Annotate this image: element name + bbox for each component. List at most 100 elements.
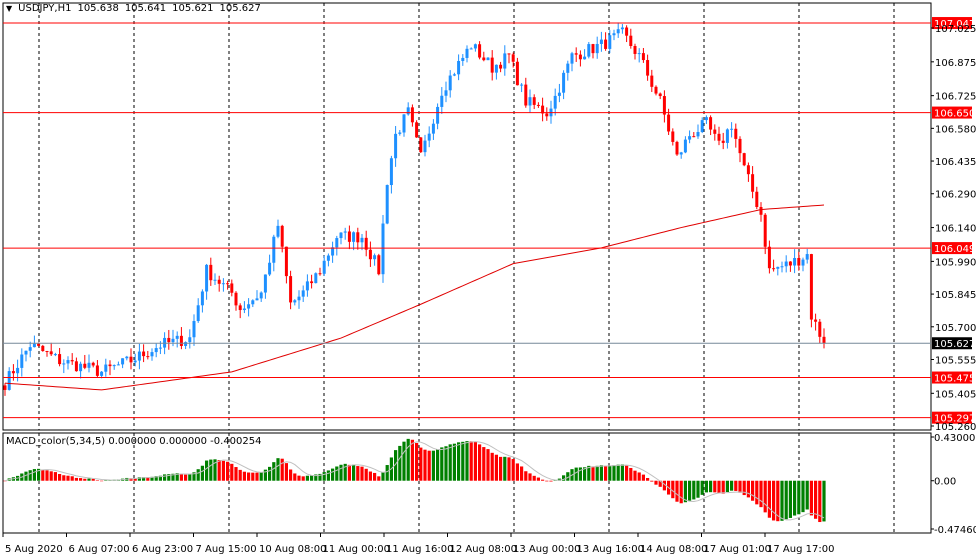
macd-histogram-bar (482, 447, 486, 481)
macd-histogram-bar (814, 480, 818, 519)
candle-body (297, 296, 301, 301)
candle-body (574, 53, 578, 55)
macd-histogram-bar (499, 456, 503, 481)
x-tick-label: 14 Aug 08:00 (640, 544, 707, 555)
macd-histogram-bar (293, 473, 297, 481)
macd-histogram-bar (629, 467, 633, 481)
low-value: 105.621 (172, 3, 214, 14)
macd-histogram-bar (381, 472, 385, 481)
candle-body (709, 117, 713, 130)
macd-histogram-bar (709, 480, 713, 493)
candle-body (116, 364, 120, 366)
candle-body (268, 262, 272, 275)
candle-body (797, 257, 801, 266)
candle-body (616, 29, 620, 34)
macd-histogram-bar (268, 466, 272, 481)
price-chart[interactable]: 107.047106.650106.049105.475105.297105.6… (0, 0, 976, 559)
macd-histogram-bar (196, 469, 200, 481)
macd-histogram-bar (32, 469, 36, 481)
macd-histogram-bar (620, 464, 624, 481)
macd-histogram-bar (599, 465, 603, 481)
candle-body (658, 93, 662, 97)
macd-histogram-bar (276, 458, 280, 481)
macd-histogram-bar (272, 462, 276, 481)
candle-body (322, 260, 326, 274)
candle-body (293, 300, 297, 303)
candle-body (717, 133, 721, 141)
x-tick-label: 11 Aug 00:00 (323, 544, 390, 555)
candle-body (814, 319, 818, 322)
macd-histogram-bar (440, 447, 444, 481)
candle-body (205, 264, 209, 292)
candle-body (562, 72, 566, 93)
macd-histogram-bar (763, 480, 767, 513)
candle-body (532, 97, 536, 105)
moving-average-line (4, 204, 825, 391)
candle-body (184, 342, 188, 346)
candle-body (536, 104, 540, 106)
candle-body (339, 232, 343, 239)
candle-body (625, 27, 629, 36)
candle-body (809, 254, 813, 320)
candle-body (730, 128, 734, 130)
candle-body (465, 48, 469, 58)
macd-histogram-bar (402, 441, 406, 481)
macd-histogram-bar (772, 480, 776, 521)
x-tick-label: 5 Aug 2020 (5, 544, 63, 555)
chart-window[interactable]: 107.047 106.650 106.049 105.475 105.297 105.6… (0, 0, 976, 559)
candle-body (805, 254, 809, 260)
candle-body (406, 107, 410, 115)
macd-histogram-bar (809, 480, 813, 516)
macd-histogram-bar (461, 441, 465, 481)
candle-body (175, 335, 179, 339)
macd-histogram-bar (83, 478, 87, 481)
candle-body (192, 321, 196, 338)
candle-body (318, 273, 322, 275)
candle-body (125, 356, 129, 359)
macd-histogram-bar (801, 480, 805, 513)
candle-body (238, 305, 242, 311)
macd-histogram-bar (53, 472, 57, 481)
macd-histogram-bar (511, 459, 515, 481)
y-tick-label: 106.435 (935, 157, 976, 168)
candle-body (326, 255, 330, 261)
macd-histogram-bar (805, 480, 809, 510)
macd-histogram-bar (591, 466, 595, 481)
macd-histogram-bar (79, 478, 83, 481)
x-tick-label: 7 Aug 15:00 (196, 544, 257, 555)
candle-body (234, 292, 238, 306)
candle-body (347, 231, 351, 242)
macd-histogram-bar (746, 480, 750, 498)
macd-histogram-bar (49, 471, 53, 481)
candle-body (154, 348, 158, 353)
candle-body (129, 356, 133, 363)
candle-body (734, 128, 738, 139)
candle-body (263, 274, 267, 293)
macd-histogram-bar (545, 480, 549, 482)
candle-body (524, 84, 528, 106)
macd-histogram-bar (95, 480, 99, 481)
candle-body (209, 264, 213, 281)
candle-body (595, 43, 599, 54)
macd-histogram-bar (797, 480, 801, 515)
collapse-triangle-icon[interactable]: ▼ (6, 4, 12, 13)
candle-body (633, 46, 637, 54)
candle-body (688, 136, 692, 140)
candle-body (410, 107, 414, 123)
candle-body (578, 54, 582, 60)
candle-body (301, 290, 305, 297)
candle-body (37, 343, 41, 346)
candle-body (217, 279, 221, 284)
macd-histogram-bar (532, 475, 536, 481)
candle-body (272, 236, 276, 263)
macd-histogram-bar (28, 470, 32, 481)
macd-histogram-bar (423, 449, 427, 481)
macd-y-tick-label: -0.474609 (934, 525, 976, 536)
macd-histogram-bar (515, 463, 519, 481)
macd-histogram-bar (486, 449, 490, 481)
macd-histogram-bar (759, 480, 763, 508)
y-tick-label: 105.700 (935, 323, 976, 334)
candle-body (133, 360, 137, 363)
macd-histogram-bar (528, 473, 532, 481)
macd-histogram-bar (788, 480, 792, 518)
